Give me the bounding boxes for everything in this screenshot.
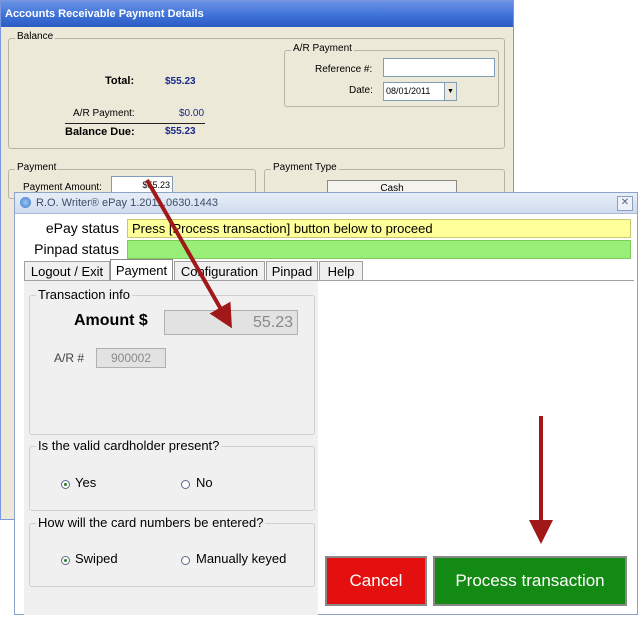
annotation-arrows xyxy=(145,179,553,544)
arrow-to-amount xyxy=(145,179,232,329)
